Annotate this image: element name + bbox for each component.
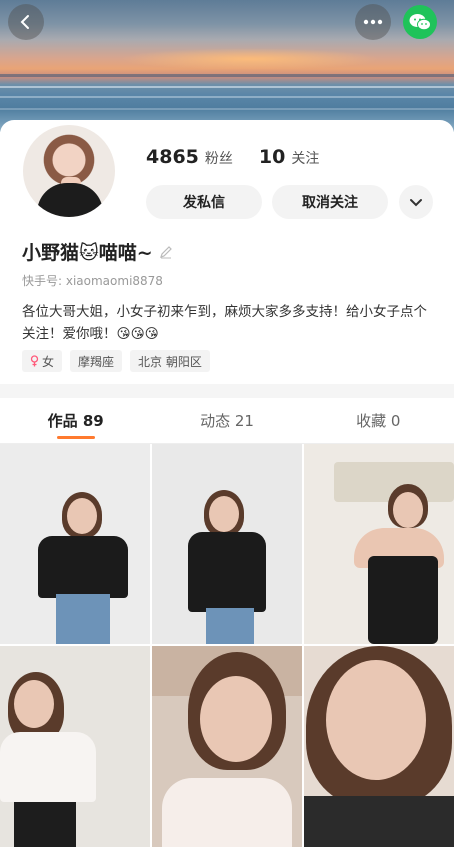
expand-button[interactable]: [399, 185, 433, 219]
divider: [0, 384, 454, 398]
user-id: 快手号: xiaomaomi8878: [22, 274, 163, 288]
fans-label[interactable]: 粉丝: [205, 148, 233, 168]
video-thumbnail[interactable]: [152, 444, 302, 644]
back-button[interactable]: [8, 4, 44, 40]
video-thumbnail[interactable]: [0, 444, 150, 644]
female-icon: [30, 355, 39, 367]
tag-location-label: 北京 朝阳区: [138, 354, 202, 369]
chevron-left-icon: [20, 15, 29, 29]
profile-stats: 4865 粉丝 10 关注: [146, 146, 339, 168]
tag-gender-label: 女: [42, 354, 55, 369]
send-message-button[interactable]: 发私信: [146, 185, 262, 219]
video-thumbnail[interactable]: [304, 444, 454, 644]
profile-tabs: 作品 89 动态 21 收藏 0: [0, 398, 454, 444]
following-label[interactable]: 关注: [291, 148, 319, 168]
tab-favorites[interactable]: 收藏 0: [303, 398, 454, 443]
avatar[interactable]: [20, 122, 118, 220]
profile-bio: 各位大哥大姐，小女子初来乍到，麻烦大家多多支持！给小女子点个关注！爱你哦！😘😘😘: [22, 304, 427, 342]
video-thumbnail[interactable]: [0, 646, 150, 847]
video-grid: [0, 444, 454, 847]
following-count[interactable]: 10: [259, 146, 285, 168]
tag-gender: 女: [22, 350, 63, 372]
tab-works[interactable]: 作品 89: [0, 398, 151, 443]
tag-constellation: 摩羯座: [70, 350, 123, 372]
tab-moments[interactable]: 动态 21: [151, 398, 302, 443]
more-dots-icon: [363, 19, 383, 25]
wechat-share-button[interactable]: [403, 5, 437, 39]
tag-constellation-label: 摩羯座: [78, 354, 115, 369]
pencil-icon[interactable]: [159, 245, 173, 259]
unfollow-button[interactable]: 取消关注: [272, 185, 388, 219]
more-button[interactable]: [355, 4, 391, 40]
fans-count[interactable]: 4865: [146, 146, 199, 168]
profile-name: 小野猫🐱喵喵~: [22, 242, 153, 264]
tag-location: 北京 朝阳区: [130, 350, 210, 372]
chevron-down-icon: [410, 199, 422, 207]
video-thumbnail[interactable]: [152, 646, 302, 847]
name-row: 小野猫🐱喵喵~: [22, 238, 173, 265]
wechat-icon: [409, 14, 431, 31]
profile-tags: 女 摩羯座 北京 朝阳区: [22, 350, 210, 372]
video-thumbnail[interactable]: [304, 646, 454, 847]
